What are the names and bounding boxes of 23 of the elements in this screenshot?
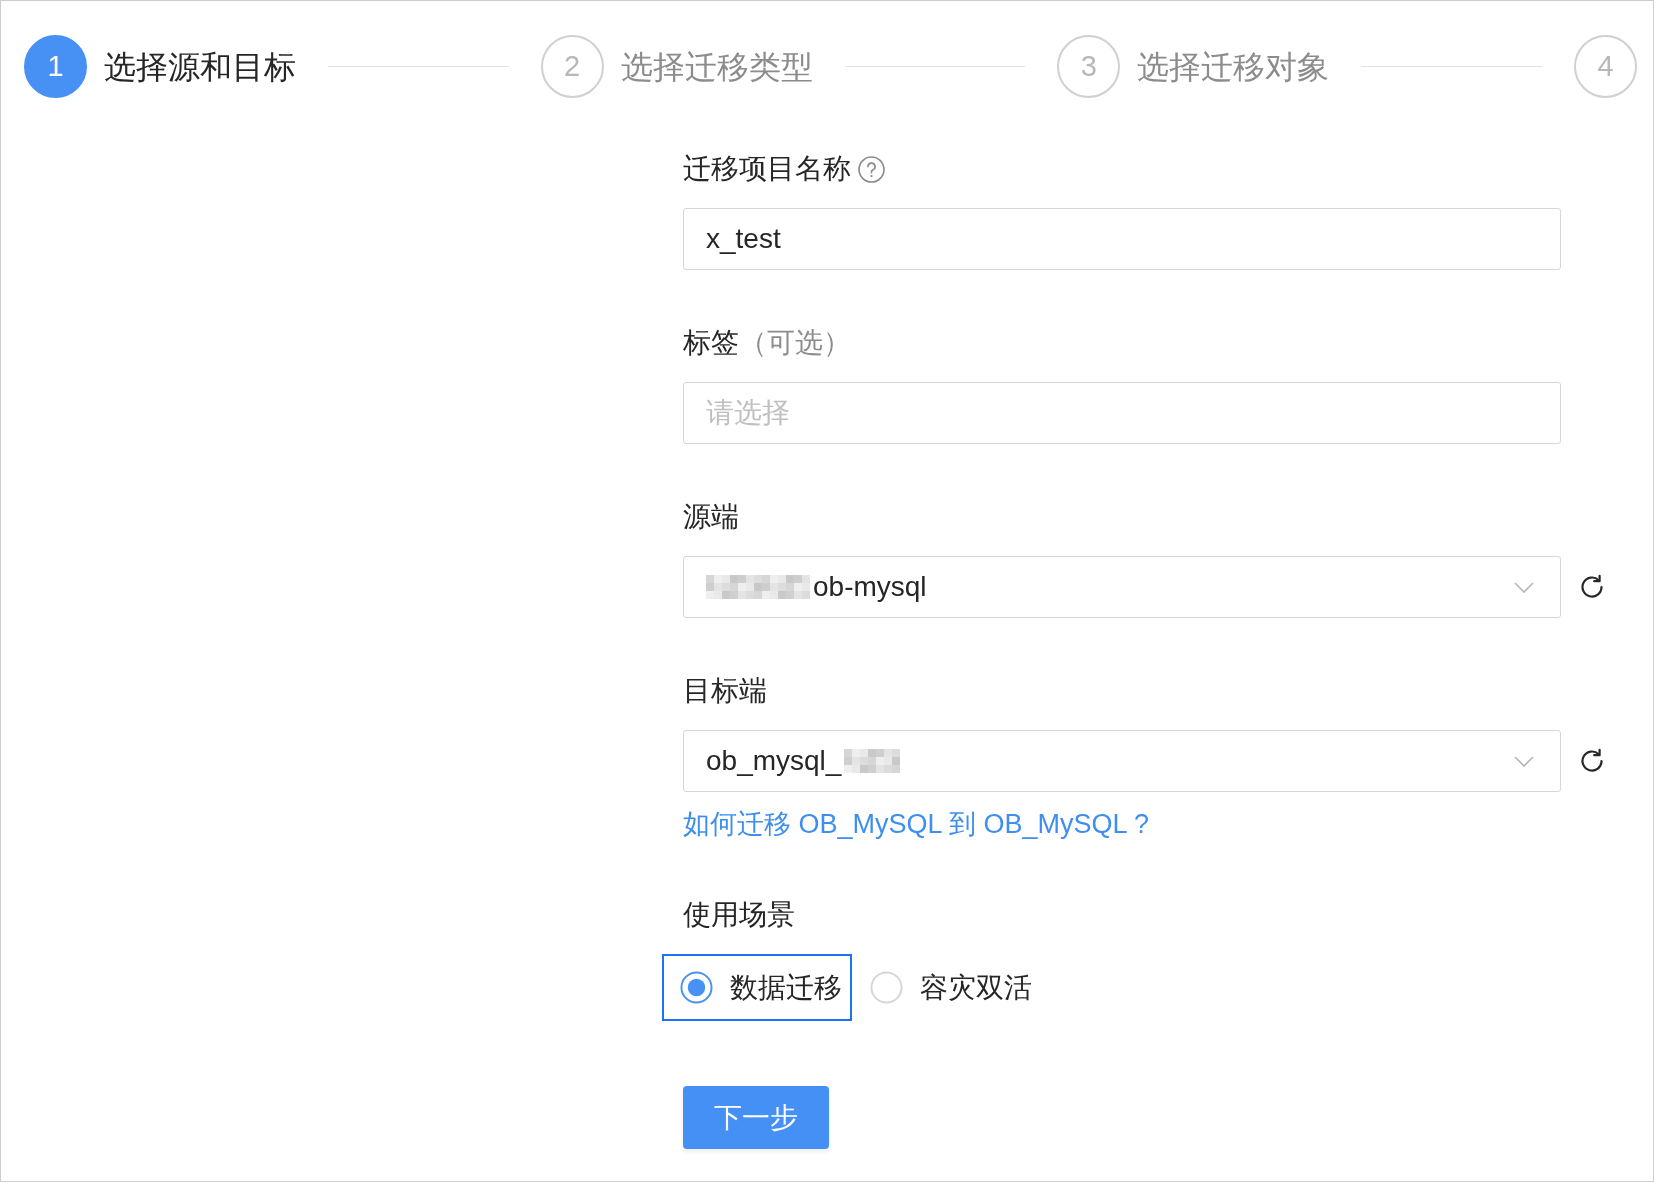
step-title: 选择迁移对象 <box>1137 47 1330 87</box>
step-title: 选择迁移类型 <box>620 47 813 87</box>
select-dropdown[interactable]: ob-mysql <box>683 556 1561 618</box>
radio-option[interactable]: 数据迁移 <box>662 954 852 1021</box>
select-dropdown[interactable]: ob_mysql_ <box>683 730 1561 792</box>
optional-hint: （可选） <box>739 326 851 360</box>
step-number: 1 <box>24 35 87 98</box>
refresh-icon[interactable] <box>1579 574 1605 600</box>
step-number: 3 <box>1057 35 1121 98</box>
radio-option[interactable]: 容灾双活 <box>852 954 1042 1021</box>
field-label: 迁移项目名称 <box>683 152 851 186</box>
step-title: 选择源和目标 <box>104 47 296 87</box>
chevron-down-icon <box>1514 581 1534 593</box>
step-number: 2 <box>540 35 604 98</box>
field-label: 源端 <box>683 500 739 534</box>
field-label: 标签 <box>683 326 739 360</box>
chevron-down-icon <box>1514 755 1534 767</box>
step-number: 4 <box>1574 35 1637 98</box>
radio-button-icon[interactable] <box>680 971 713 1004</box>
field-label: 目标端 <box>683 674 767 708</box>
refresh-icon[interactable] <box>1579 748 1605 774</box>
text-input[interactable]: x_test <box>683 208 1561 270</box>
field-label: 使用场景 <box>683 898 795 932</box>
